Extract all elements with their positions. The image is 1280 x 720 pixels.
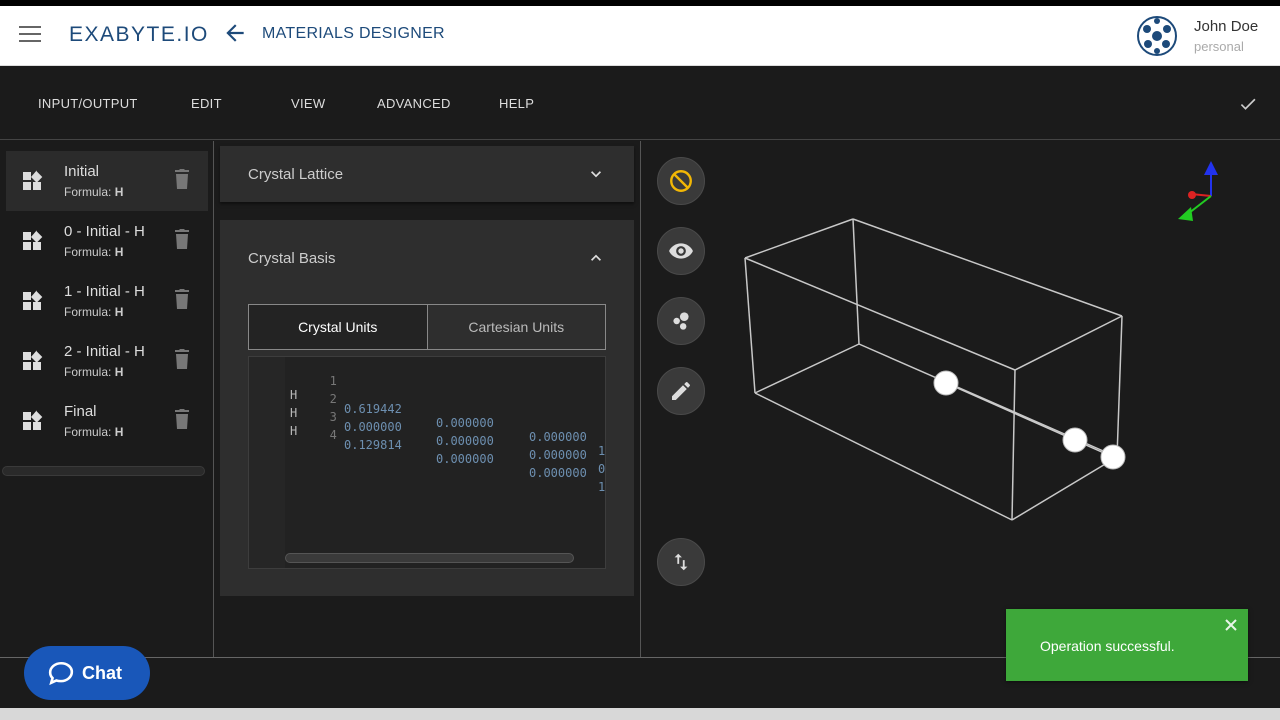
trash-icon[interactable] — [174, 228, 190, 250]
sidebar-scrollbar[interactable] — [2, 466, 205, 476]
trash-icon[interactable] — [174, 348, 190, 370]
chat-bubble-icon — [48, 661, 74, 686]
app-header: EXABYTE.IO MATERIALS DESIGNER John Doe p… — [0, 6, 1280, 66]
material-formula: Formula: H — [64, 425, 124, 439]
menu-advanced[interactable]: ADVANCED — [377, 96, 451, 111]
hamburger-menu-icon[interactable] — [19, 26, 41, 42]
chevron-down-icon[interactable] — [586, 164, 606, 184]
hydrogen-atom — [933, 370, 959, 396]
axes-indicator-icon — [1178, 161, 1218, 221]
material-name: Final — [64, 403, 97, 420]
pencil-icon — [672, 382, 690, 400]
back-arrow-icon[interactable] — [222, 20, 248, 46]
chat-button[interactable]: Chat — [24, 646, 150, 700]
coord-y: 0.000000 — [436, 434, 494, 448]
editor-line: 4 — [249, 414, 605, 442]
widgets-icon — [23, 230, 43, 250]
material-name: Initial — [64, 163, 100, 180]
materials-designer-window: EXABYTE.IO MATERIALS DESIGNER John Doe p… — [0, 6, 1280, 720]
material-item[interactable]: Initial Formula: H — [6, 151, 208, 211]
exabyte-logo[interactable]: EXABYTE.IO — [69, 23, 209, 47]
material-item[interactable]: Final Formula: H — [6, 391, 208, 451]
trash-icon[interactable] — [174, 168, 190, 190]
close-icon[interactable] — [1223, 617, 1239, 633]
menu-edit[interactable]: EDIT — [191, 96, 222, 111]
checkmark-icon[interactable] — [1238, 94, 1258, 114]
material-item[interactable]: 2 - Initial - H Formula: H — [6, 331, 208, 391]
constraint-flag: 1 — [598, 480, 606, 494]
chat-label: Chat — [82, 663, 122, 683]
menu-bar: INPUT/OUTPUT EDIT VIEW ADVANCED HELP — [0, 67, 1280, 140]
trash-icon[interactable] — [174, 408, 190, 430]
coord-z: 0.000000 — [529, 430, 587, 444]
bond-line — [945, 382, 1114, 458]
constraint-flag: 0 — [598, 462, 606, 476]
eye-icon — [669, 243, 693, 259]
materials-sidebar: Initial Formula: H 0 - Initial - H Formu… — [0, 141, 214, 657]
swap-button[interactable] — [657, 538, 705, 586]
success-toast: Operation successful. — [1006, 609, 1248, 681]
coord-y: 0.000000 — [436, 452, 494, 466]
crystal-basis-title: Crystal Basis — [248, 250, 336, 267]
material-editor-panel: Crystal Lattice Crystal Basis Crystal Un… — [220, 146, 634, 602]
material-formula: Formula: H — [64, 305, 124, 319]
widgets-icon — [23, 410, 43, 430]
toggle-view-button[interactable] — [657, 227, 705, 275]
material-name: 0 - Initial - H — [64, 223, 145, 240]
widgets-icon — [23, 350, 43, 370]
units-tabs: Crystal Units Cartesian Units — [248, 304, 606, 350]
constraint-flag: 1 — [598, 444, 606, 458]
cancel-icon — [670, 170, 692, 192]
cancel-button[interactable] — [657, 157, 705, 205]
editor-line: 1 H 0.619442 0.000000 0.000000 1 — [249, 360, 605, 458]
basis-code-editor[interactable]: 1 H 0.619442 0.000000 0.000000 1 2 H 0.0… — [248, 356, 606, 569]
swap-vertical-icon — [674, 553, 688, 571]
unit-cell-box — [744, 218, 1123, 521]
editor-scrollbar[interactable] — [285, 553, 574, 563]
material-name: 2 - Initial - H — [64, 343, 145, 360]
structure-canvas[interactable] — [641, 141, 1280, 657]
material-formula: Formula: H — [64, 365, 124, 379]
user-name[interactable]: John Doe — [1194, 18, 1258, 35]
coord-z: 0.000000 — [529, 448, 587, 462]
menu-view[interactable]: VIEW — [291, 96, 325, 111]
crystal-lattice-header[interactable]: Crystal Lattice — [220, 146, 634, 202]
widgets-icon — [23, 170, 43, 190]
trash-icon[interactable] — [174, 288, 190, 310]
crystal-lattice-title: Crystal Lattice — [248, 166, 344, 183]
widgets-icon — [23, 290, 43, 310]
atoms-icon — [673, 312, 689, 330]
material-item[interactable]: 0 - Initial - H Formula: H — [6, 211, 208, 271]
tab-crystal-units[interactable]: Crystal Units — [249, 305, 428, 349]
menu-input-output[interactable]: INPUT/OUTPUT — [38, 96, 138, 111]
menu-help[interactable]: HELP — [499, 96, 534, 111]
line-number: 4 — [329, 428, 337, 442]
app-title: MATERIALS DESIGNER — [262, 25, 445, 42]
chevron-up-icon[interactable] — [586, 248, 606, 268]
user-avatar[interactable] — [1136, 15, 1178, 57]
toast-message: Operation successful. — [1040, 638, 1175, 654]
tab-cartesian-units[interactable]: Cartesian Units — [428, 305, 606, 349]
coord-z: 0.000000 — [529, 466, 587, 480]
editor-line: 2 H 0.000000 0.000000 0.000000 0 — [249, 378, 605, 476]
coord-x: 0.129814 — [344, 438, 402, 452]
material-name: 1 - Initial - H — [64, 283, 145, 300]
hydrogen-atom — [1100, 444, 1126, 470]
hydrogen-atom — [1062, 427, 1088, 453]
editor-line: 3 H 0.129814 0.000000 0.000000 1 — [249, 396, 605, 494]
bottom-scrollbar[interactable] — [0, 708, 1280, 720]
material-item[interactable]: 1 - Initial - H Formula: H — [6, 271, 208, 331]
atoms-button[interactable] — [657, 297, 705, 345]
edit-button[interactable] — [657, 367, 705, 415]
material-formula: Formula: H — [64, 185, 124, 199]
user-account-type: personal — [1194, 39, 1244, 54]
material-formula: Formula: H — [64, 245, 124, 259]
3d-viewer[interactable] — [641, 141, 1280, 657]
crystal-basis-header[interactable]: Crystal Basis — [220, 220, 634, 300]
